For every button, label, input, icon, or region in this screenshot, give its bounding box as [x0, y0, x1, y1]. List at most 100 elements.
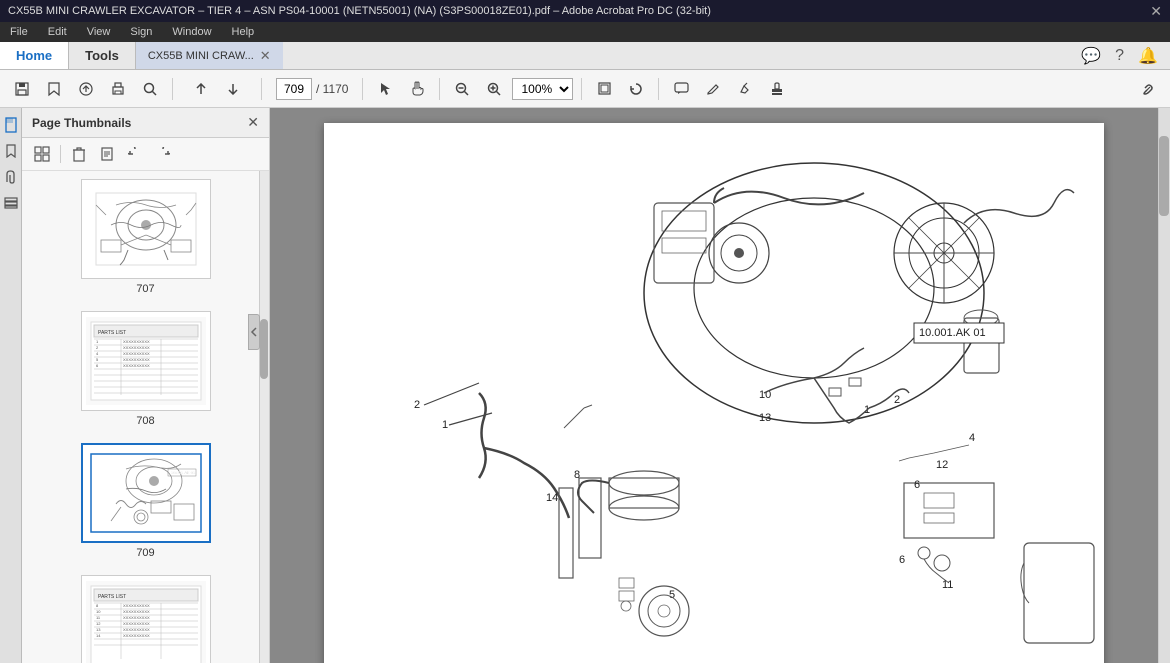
svg-text:XXXXXXXXXX: XXXXXXXXXX: [123, 609, 150, 614]
thumb-delete-button[interactable]: [67, 142, 91, 166]
pencil-button[interactable]: [699, 75, 727, 103]
svg-text:XXXXXXXXXX: XXXXXXXXXX: [123, 621, 150, 626]
main-content: Page Thumbnails ✕: [0, 108, 1170, 663]
toolbar: 709 / 1170 100% 50% 75% 125% 150% 200%: [0, 70, 1170, 108]
main-scrollbar[interactable]: [1158, 108, 1170, 663]
fit-page-button[interactable]: [590, 75, 618, 103]
svg-text:XXXXXXXXXX: XXXXXXXXXX: [123, 357, 150, 362]
comment-tool-button[interactable]: [667, 75, 695, 103]
thumb-img-708: PARTS LIST 1 XXXXXXX: [81, 311, 211, 411]
upload-button[interactable]: [72, 75, 100, 103]
svg-text:PARTS LIST: PARTS LIST: [98, 330, 126, 336]
sidebar-icon-panel: [0, 108, 22, 663]
svg-text:4: 4: [969, 432, 975, 444]
svg-text:6: 6: [914, 479, 920, 491]
svg-text:2: 2: [894, 394, 900, 406]
notification-icon[interactable]: 🔔: [1138, 46, 1158, 66]
svg-text:13: 13: [759, 412, 771, 424]
menu-file[interactable]: File: [6, 24, 32, 40]
search-button[interactable]: [136, 75, 164, 103]
help-icon[interactable]: ?: [1115, 47, 1124, 65]
thumbnail-708[interactable]: PARTS LIST 1 XXXXXXX: [22, 303, 269, 435]
thumbnails-scroll-thumb[interactable]: [260, 319, 268, 379]
svg-text:12: 12: [936, 459, 948, 471]
svg-text:PARTS LIST: PARTS LIST: [98, 594, 126, 600]
next-page-button[interactable]: [219, 75, 247, 103]
menu-help[interactable]: Help: [228, 24, 259, 40]
svg-text:6: 6: [899, 554, 905, 566]
window-close-button[interactable]: ✕: [1150, 3, 1162, 20]
print-button[interactable]: [104, 75, 132, 103]
svg-text:10.001.AK 01: 10.001.AK 01: [919, 327, 986, 339]
thumb-img-707: [81, 179, 211, 279]
svg-text:XXXXXXXXXX: XXXXXXXXXX: [123, 345, 150, 350]
svg-text:XXXXXXXXXX: XXXXXXXXXX: [123, 615, 150, 620]
svg-text:11: 11: [942, 579, 953, 591]
menu-window[interactable]: Window: [168, 24, 215, 40]
menu-bar: File Edit View Sign Window Help: [0, 22, 1170, 42]
thumb-label-708: 708: [136, 415, 154, 427]
zoom-in-button[interactable]: [480, 75, 508, 103]
svg-text:1: 1: [442, 419, 448, 431]
pdf-view-area[interactable]: 10.001.AK 01 2 1: [270, 108, 1158, 663]
svg-text:12: 12: [96, 621, 101, 626]
page-navigation: [187, 75, 247, 103]
tab-document[interactable]: CX55B MINI CRAW... ✕: [136, 42, 283, 69]
thumbnails-close-button[interactable]: ✕: [247, 114, 259, 131]
cursor-tool-button[interactable]: [371, 75, 399, 103]
thumb-img-709: 10.001.AK 01: [81, 443, 211, 543]
tab-close-button[interactable]: ✕: [260, 48, 271, 64]
thumbnails-scrollbar[interactable]: [259, 171, 269, 663]
zoom-selector[interactable]: 100% 50% 75% 125% 150% 200%: [512, 78, 573, 100]
svg-text:14: 14: [546, 492, 558, 504]
main-scroll-thumb[interactable]: [1159, 136, 1169, 216]
panel-collapse-handle[interactable]: [248, 314, 260, 350]
sidebar-icon-layers[interactable]: [2, 194, 20, 212]
thumbnail-707[interactable]: 707: [22, 171, 269, 303]
thumb-rotate-ccw-button[interactable]: [123, 142, 147, 166]
menu-sign[interactable]: Sign: [126, 24, 156, 40]
bookmark-button[interactable]: [40, 75, 68, 103]
sidebar-icon-bookmarks[interactable]: [2, 142, 20, 160]
thumb-img-710: PARTS LIST 8 XXXXXXXXXX 10: [81, 575, 211, 663]
sidebar-icon-pages[interactable]: [2, 116, 20, 134]
svg-text:XXXXXXXXXX: XXXXXXXXXX: [123, 627, 150, 632]
window-title: CX55B MINI CRAWLER EXCAVATOR – TIER 4 – …: [8, 5, 711, 17]
toolbar-separator-6: [658, 78, 659, 100]
thumb-rotate-cw-button[interactable]: [151, 142, 175, 166]
svg-text:2: 2: [414, 399, 420, 411]
sidebar-icon-attachments[interactable]: [2, 168, 20, 186]
tab-home[interactable]: Home: [0, 42, 69, 69]
prev-page-button[interactable]: [187, 75, 215, 103]
highlight-button[interactable]: [731, 75, 759, 103]
tab-tools[interactable]: Tools: [69, 42, 136, 69]
menu-edit[interactable]: Edit: [44, 24, 71, 40]
pdf-page: 10.001.AK 01 2 1: [324, 123, 1104, 663]
hand-tool-button[interactable]: [403, 75, 431, 103]
comment-icon[interactable]: 💬: [1081, 46, 1101, 66]
page-number-input[interactable]: 709: [276, 78, 312, 100]
thumbnail-710[interactable]: PARTS LIST 8 XXXXXXXXXX 10: [22, 567, 269, 663]
thumb-label-707: 707: [136, 283, 154, 295]
svg-text:XXXXXXXXXX: XXXXXXXXXX: [123, 603, 150, 608]
save-button[interactable]: [8, 75, 36, 103]
svg-text:14: 14: [96, 633, 101, 638]
tab-bar: Home Tools CX55B MINI CRAW... ✕ 💬 ? 🔔: [0, 42, 1170, 70]
svg-text:XXXXXXXXXX: XXXXXXXXXX: [123, 633, 150, 638]
thumbnails-scroll-area[interactable]: 707 PARTS LIST: [22, 171, 269, 663]
thumb-label-709: 709: [136, 547, 154, 559]
zoom-out-button[interactable]: [448, 75, 476, 103]
thumbnail-709[interactable]: 10.001.AK 01 709: [22, 435, 269, 567]
engine-block: 10.001.AK 01: [644, 163, 1074, 423]
thumb-extract-button[interactable]: [95, 142, 119, 166]
menu-view[interactable]: View: [83, 24, 115, 40]
rotate-button[interactable]: [622, 75, 650, 103]
toolbar-separator-3: [362, 78, 363, 100]
thumb-grid-button[interactable]: [30, 142, 54, 166]
link-button[interactable]: [1134, 75, 1162, 103]
tab-document-label: CX55B MINI CRAW...: [148, 50, 254, 62]
svg-text:10.001.AK 01: 10.001.AK 01: [171, 470, 196, 475]
toolbar-separator-2: [261, 78, 262, 100]
stamp-button[interactable]: [763, 75, 791, 103]
toolbar-separator-4: [439, 78, 440, 100]
